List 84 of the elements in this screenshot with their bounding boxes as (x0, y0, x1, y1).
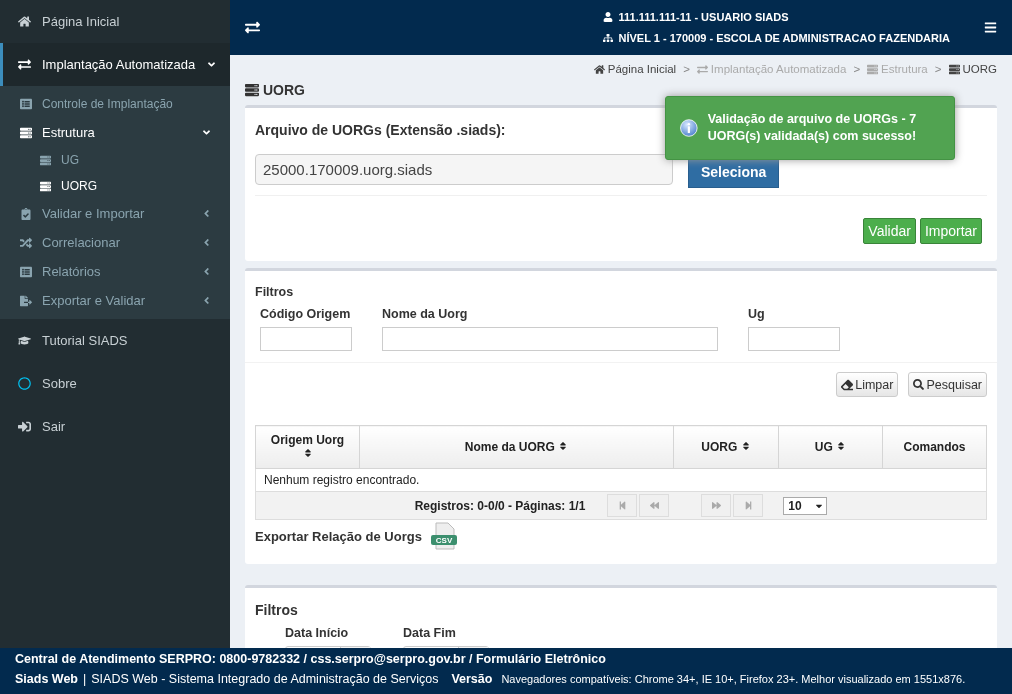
skip-back-icon (617, 501, 627, 510)
eraser-icon (841, 378, 854, 391)
next-page-button[interactable] (701, 494, 732, 517)
list-icon (20, 265, 32, 278)
sidebar-item[interactable]: Página Inicial (0, 0, 230, 43)
sidebar-item[interactable]: Implantação Automatizada (0, 43, 230, 86)
server-icon (40, 154, 51, 166)
contact-info: Central de Atendimento SERPRO: 0800-9782332 / css.serpro@serpro.gov.br / Formulário Eletrônico (15, 652, 606, 666)
user-icon (602, 12, 613, 22)
search-button[interactable]: Pesquisar (908, 372, 987, 397)
column-header[interactable]: UG (778, 425, 883, 469)
app-name: Siads Web (15, 672, 78, 686)
upload-label: Arquivo de UORGs (Extensão .siads): (255, 122, 506, 138)
filters-title: Filtros (255, 602, 298, 618)
last-page-button[interactable] (733, 494, 764, 517)
home-icon (18, 15, 31, 28)
sidebar-item[interactable]: Sair (0, 405, 230, 448)
previous-page-button[interactable] (639, 494, 670, 517)
server-icon (20, 126, 32, 139)
fast-forward-icon (711, 501, 721, 510)
column-header[interactable]: Nome da UORG (359, 425, 674, 469)
field-label: Código Origem (260, 307, 352, 321)
submenu-item[interactable]: UORG (0, 173, 230, 199)
list-icon (20, 98, 32, 110)
arrows-icon (18, 58, 31, 71)
separator-text: | (83, 672, 87, 686)
submenu-item[interactable]: Relatórios (0, 257, 230, 286)
user-info: 111.111.111-11 - USUARIO SIADS (602, 11, 950, 23)
toggle-arrows-icon[interactable] (245, 20, 260, 35)
breadcrumb-separator: > (683, 63, 690, 75)
file-field[interactable]: 25000.170009.uorg.siads (255, 154, 673, 185)
home-icon (593, 63, 605, 75)
app-description: SIADS Web - Sistema Integrado de Administração de Serviços (91, 672, 439, 686)
server-icon (40, 180, 51, 192)
submenu-item[interactable]: Controle de Implantação (0, 90, 230, 118)
server-icon (867, 63, 879, 75)
chevron-down-icon (201, 127, 212, 138)
sitemap-icon (602, 33, 613, 43)
clear-button[interactable]: Limpar (836, 372, 899, 397)
page-title: UORG (245, 75, 305, 105)
clipboard-icon (20, 207, 32, 220)
submenu-item[interactable]: Validar e Importar (0, 199, 230, 228)
column-header[interactable]: UORG (673, 425, 779, 469)
input-field[interactable] (748, 327, 840, 351)
notification-message: Validação de arquivo de UORGs - 7 UORG(s) validada(s) com sucesso! (707, 110, 918, 145)
field-label: Ug (748, 307, 766, 321)
filters-title: Filtros (255, 285, 295, 299)
page-size-select[interactable]: 10 (783, 496, 828, 515)
breadcrumb-separator: > (934, 63, 942, 75)
submenu-item[interactable]: UG (0, 147, 230, 173)
input-field[interactable] (382, 327, 718, 351)
first-page-button[interactable] (607, 494, 638, 517)
shuffle-icon (20, 236, 32, 249)
submenu-item[interactable]: Estrutura (0, 118, 230, 147)
submenu-item[interactable]: Correlacionar (0, 228, 230, 257)
column-header[interactable]: Origem Uorg (255, 425, 360, 469)
skip-forward-icon (743, 501, 753, 510)
column-header[interactable]: Comandos (882, 425, 987, 469)
breadcrumb-link[interactable]: Página Inicial (593, 63, 677, 75)
browser-info: Navegadores compatíveis: Chrome 34+, IE 10+, Firefox 23+. Melhor visualizado em 1551x876. (501, 673, 966, 685)
breadcrumb-separator: > (853, 63, 861, 75)
empty-message: Nenhum registro encontrado. (255, 468, 987, 492)
field-label: Data Fim (403, 626, 457, 640)
sidebar-item[interactable]: Tutorial SIADS (0, 319, 230, 362)
server-icon (245, 83, 259, 97)
export-label: Exportar Relação de Uorgs (255, 528, 422, 544)
arrows-icon (696, 63, 708, 75)
graduation-cap-icon (18, 334, 31, 347)
sign-in-icon (18, 420, 31, 433)
pagination-summary: Registros: 0-0/0 - Páginas: 1/1 (414, 498, 586, 513)
version-label: Versão (451, 672, 493, 686)
search-icon (913, 379, 925, 390)
rewind-icon (649, 501, 659, 510)
field-label: Nome da Uorg (382, 307, 469, 321)
server-icon (948, 63, 960, 75)
breadcrumb-link[interactable]: UORG (948, 63, 997, 75)
input-field[interactable] (260, 327, 352, 351)
sidebar-item[interactable]: Sobre (0, 362, 230, 405)
field-label: Data Início (285, 626, 350, 640)
submenu-item[interactable]: Exportar e Validar (0, 286, 230, 315)
menu-icon[interactable] (984, 21, 997, 34)
chevron-down-icon (206, 59, 218, 70)
export-icon (20, 294, 32, 307)
level-info: NÍVEL 1 - 170009 - ESCOLA DE ADMINISTRACAO FAZENDARIA (602, 32, 950, 44)
